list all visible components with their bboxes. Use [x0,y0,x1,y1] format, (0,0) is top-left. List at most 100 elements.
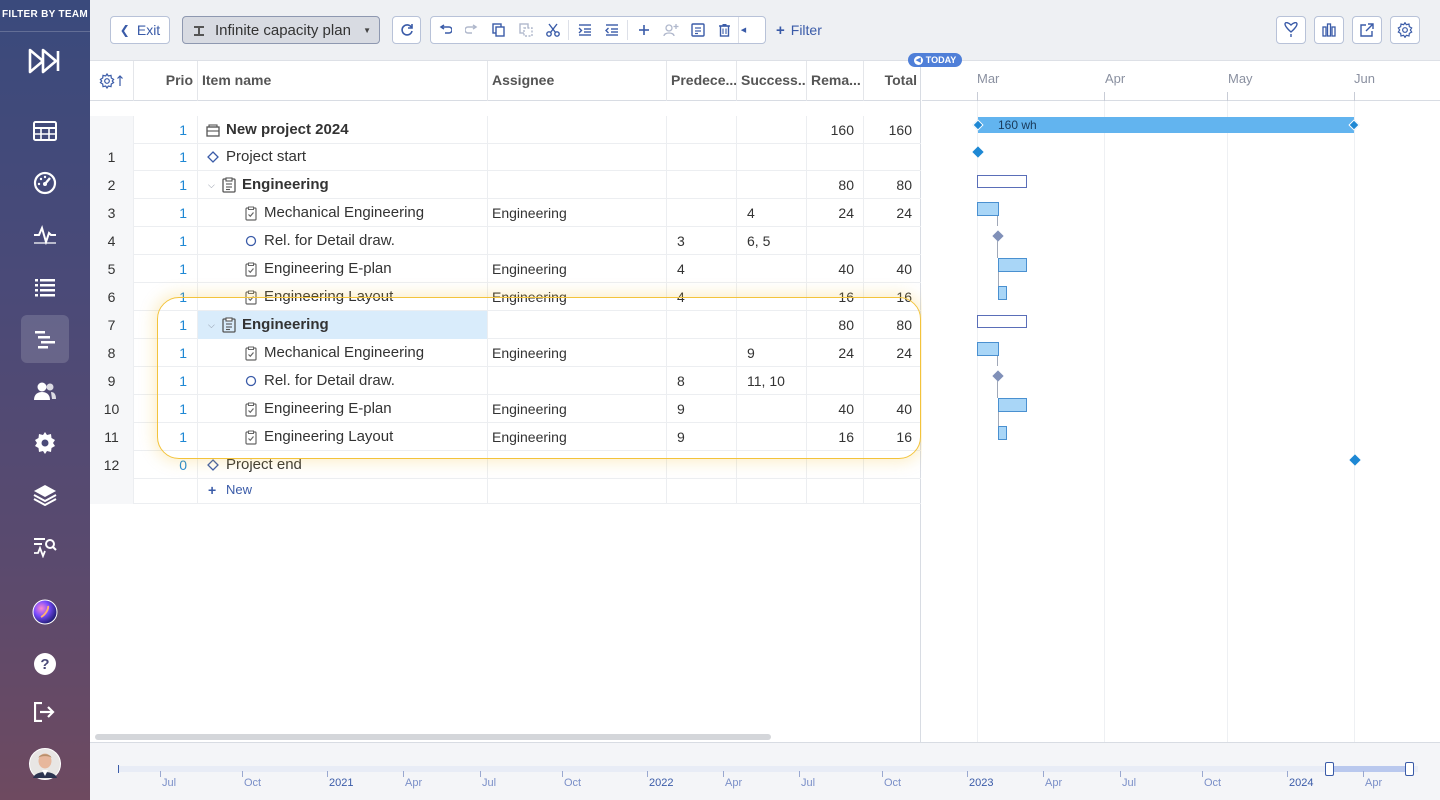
row-prio[interactable]: 1 [134,227,198,255]
row-remaining[interactable] [807,143,864,171]
table-row[interactable]: 6 1 Engineering Layout Engineering 4 16 16 [90,283,921,311]
row-successors[interactable]: 11, 10 [737,367,807,395]
settings-icon[interactable] [21,419,69,467]
milestone-project-start[interactable] [972,146,984,158]
group-bar-engineering[interactable] [977,175,1027,188]
row-prio[interactable]: 1 [134,143,198,171]
export-button[interactable] [1352,16,1382,44]
timeline-handle-right[interactable] [1405,762,1414,776]
row-remaining[interactable]: 40 [807,255,864,283]
row-prio[interactable]: 0 [134,451,198,479]
row-predecessors[interactable]: 9 [667,395,737,423]
details-icon[interactable] [684,17,711,43]
paste-icon[interactable] [512,17,539,43]
table-row[interactable]: 5 1 Engineering E-plan Engineering 4 40 40 [90,255,921,283]
highlight-button[interactable] [1276,16,1306,44]
row-assignee[interactable] [488,451,667,479]
row-predecessors[interactable]: 8 [667,367,737,395]
table-icon[interactable] [21,107,69,155]
row-assignee[interactable]: Engineering [488,199,667,227]
chevron-down-icon[interactable]: ⌵ [208,171,216,199]
table-row[interactable]: 1 1 Project start [90,143,921,171]
refresh-button[interactable] [392,16,421,44]
row-prio[interactable]: 1 [134,116,198,144]
row-prio[interactable]: 1 [134,199,198,227]
row-assignee[interactable] [488,311,667,339]
row-predecessors[interactable] [667,143,737,171]
collapse-toolbar-icon[interactable]: ◀ [738,17,748,43]
columns-button[interactable] [1314,16,1344,44]
row-item-name[interactable]: Project start [198,143,488,171]
row-predecessors[interactable]: 4 [667,255,737,283]
header-total[interactable]: Total [864,61,921,101]
row-item-name[interactable]: New project 2024 [198,116,488,144]
new-item-button[interactable]: + New [198,476,488,504]
row-item-name[interactable]: Mechanical Engineering [198,199,488,227]
table-row[interactable]: 12 0 Project end [90,451,921,479]
activity-icon[interactable] [21,211,69,259]
row-prio[interactable]: 1 [134,171,198,199]
row-successors[interactable]: 9 [737,339,807,367]
row-prio[interactable]: 1 [134,339,198,367]
column-settings-button[interactable] [90,61,134,101]
plan-selector[interactable]: Infinite capacity plan ▼ [182,16,380,44]
today-marker[interactable]: ◀ TODAY [908,53,962,67]
row-predecessors[interactable] [667,339,737,367]
indent-icon[interactable] [571,17,598,43]
redo-icon[interactable] [458,17,485,43]
table-row[interactable]: 1 New project 2024 160 160 [90,116,921,144]
table-row[interactable]: 8 1 Mechanical Engineering Engineering 9 24 24 [90,339,921,367]
header-successors[interactable]: Success... [737,61,807,101]
row-total[interactable] [864,451,921,479]
row-total[interactable] [864,143,921,171]
task-bar-mechanical-engineering[interactable] [977,342,999,356]
table-row[interactable]: 9 1 Rel. for Detail draw. 8 11, 10 [90,367,921,395]
row-successors[interactable] [737,116,807,144]
task-bar-engineering-e-plan[interactable] [998,258,1027,272]
row-successors[interactable] [737,255,807,283]
row-remaining[interactable] [807,451,864,479]
exit-button[interactable]: ❮ Exit [110,16,170,44]
row-remaining[interactable]: 16 [807,423,864,451]
timeline-track[interactable] [118,766,1418,772]
row-total[interactable]: 80 [864,171,921,199]
row-remaining[interactable]: 160 [807,116,864,144]
header-predecessors[interactable]: Predece... [667,61,737,101]
header-remaining[interactable]: Rema... [807,61,864,101]
milestone-project-end[interactable] [1349,454,1361,466]
row-remaining[interactable]: 16 [807,283,864,311]
app-orb-icon[interactable] [21,588,69,636]
row-successors[interactable] [737,451,807,479]
row-assignee[interactable] [488,116,667,144]
row-prio[interactable]: 1 [134,255,198,283]
row-item-name[interactable]: Engineering Layout [198,283,488,311]
horizontal-scrollbar[interactable] [95,734,771,740]
milestone-rel-detail-draw[interactable] [992,230,1004,242]
row-prio[interactable]: 1 [134,311,198,339]
avatar[interactable] [21,740,69,788]
row-assignee[interactable]: Engineering [488,255,667,283]
row-prio[interactable]: 1 [134,367,198,395]
row-prio[interactable]: 1 [134,423,198,451]
row-total[interactable] [864,367,921,395]
header-item-name[interactable]: Item name [198,61,488,101]
task-bar-mechanical-engineering[interactable] [977,202,999,216]
row-remaining[interactable]: 40 [807,395,864,423]
row-successors[interactable]: 6, 5 [737,227,807,255]
row-total[interactable]: 80 [864,311,921,339]
filter-button[interactable]: + Filter [776,16,822,44]
row-item-name[interactable]: ⌵ Engineering [198,311,488,339]
table-row[interactable]: 3 1 Mechanical Engineering Engineering 4 24 24 [90,199,921,227]
row-item-name[interactable]: Rel. for Detail draw. [198,367,488,395]
timeline-visible-range[interactable] [1330,766,1410,772]
row-total[interactable]: 24 [864,199,921,227]
search-analytics-icon[interactable] [21,523,69,571]
row-total[interactable] [864,227,921,255]
gantt-icon[interactable] [21,315,69,363]
copy-icon[interactable] [485,17,512,43]
row-successors[interactable] [737,395,807,423]
table-row[interactable]: 10 1 Engineering E-plan Engineering 9 40 40 [90,395,921,423]
row-assignee[interactable] [488,143,667,171]
row-remaining[interactable]: 24 [807,339,864,367]
row-assignee[interactable] [488,171,667,199]
